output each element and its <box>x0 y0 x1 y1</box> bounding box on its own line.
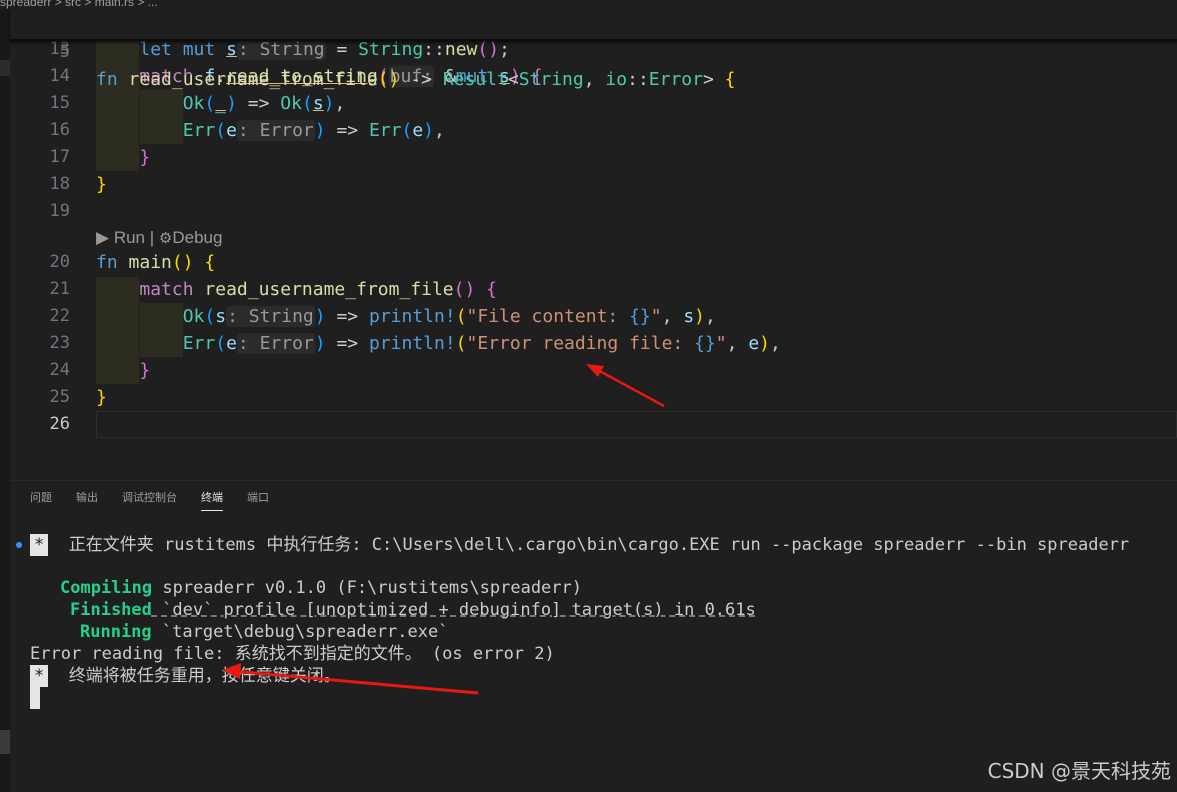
arrow-icon <box>222 663 479 695</box>
arrow-icon <box>586 364 665 408</box>
annotation-arrows <box>222 364 665 695</box>
sticky-code: fn read_username_from_file() -> Result<S… <box>96 69 736 90</box>
line-number: 5 <box>59 42 70 62</box>
sticky-scroll-header[interactable]: 5 fn read_username_from_file() -> Result… <box>10 12 1177 90</box>
watermark: CSDN @景天科技苑 <box>987 759 1171 783</box>
